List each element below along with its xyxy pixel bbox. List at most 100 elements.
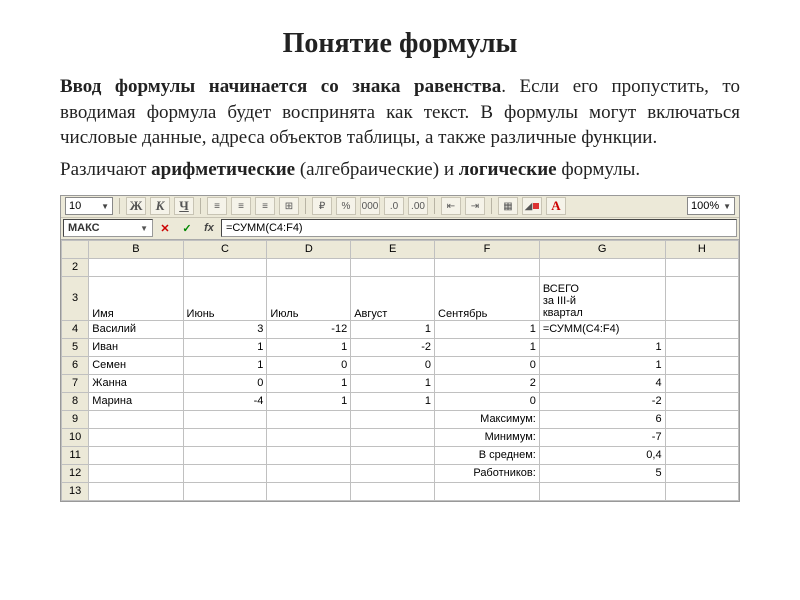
- row-header[interactable]: 11: [62, 446, 89, 464]
- col-header-F[interactable]: F: [435, 240, 540, 258]
- cell[interactable]: 1: [435, 338, 540, 356]
- percent-button[interactable]: %: [336, 197, 356, 215]
- row-2: 2: [62, 258, 739, 276]
- cell[interactable]: Жанна: [89, 374, 183, 392]
- cell[interactable]: 1: [267, 374, 351, 392]
- accept-formula-button[interactable]: ✓: [177, 219, 197, 237]
- cell[interactable]: Имя: [89, 276, 183, 320]
- select-all-corner[interactable]: [62, 240, 89, 258]
- cell[interactable]: 0: [267, 356, 351, 374]
- cell[interactable]: 0: [435, 356, 540, 374]
- cell[interactable]: -4: [183, 392, 267, 410]
- merge-button[interactable]: ⊞: [279, 197, 299, 215]
- para1-bold: Ввод формулы начинается со знака равенст…: [60, 76, 501, 97]
- cell[interactable]: Август: [351, 276, 435, 320]
- cancel-formula-button[interactable]: ✕: [155, 219, 175, 237]
- cell[interactable]: 0,4: [539, 446, 665, 464]
- cell[interactable]: 1: [351, 374, 435, 392]
- borders-button[interactable]: ▦: [498, 197, 518, 215]
- cell[interactable]: ВСЕГО за III-й квартал: [539, 276, 665, 320]
- col-header-B[interactable]: B: [89, 240, 183, 258]
- cell[interactable]: 0: [183, 374, 267, 392]
- cell[interactable]: 0: [435, 392, 540, 410]
- formula-input[interactable]: =СУММ(C4:F4): [221, 219, 737, 237]
- cell[interactable]: 1: [351, 320, 435, 338]
- cell[interactable]: Минимум:: [435, 428, 540, 446]
- cell[interactable]: Василий: [89, 320, 183, 338]
- paragraph-1: Ввод формулы начинается со знака равенст…: [60, 74, 740, 151]
- cell[interactable]: 2: [435, 374, 540, 392]
- para2-d: логические: [459, 159, 557, 180]
- italic-button[interactable]: К: [150, 197, 170, 215]
- cell[interactable]: -2: [351, 338, 435, 356]
- bold-button[interactable]: Ж: [126, 197, 146, 215]
- decrease-indent-button[interactable]: ⇤: [441, 197, 461, 215]
- row-10: 10 Минимум: -7: [62, 428, 739, 446]
- col-header-E[interactable]: E: [351, 240, 435, 258]
- cell[interactable]: 1: [267, 392, 351, 410]
- g-hdr-1: ВСЕГО: [543, 283, 579, 295]
- cell[interactable]: Работников:: [435, 464, 540, 482]
- cell[interactable]: 1: [435, 320, 540, 338]
- cell[interactable]: 4: [539, 374, 665, 392]
- cell[interactable]: Семен: [89, 356, 183, 374]
- fill-color-button[interactable]: ◢: [522, 197, 542, 215]
- row-header[interactable]: 7: [62, 374, 89, 392]
- cell[interactable]: 1: [351, 392, 435, 410]
- para2-a: Различают: [60, 159, 151, 180]
- row-header[interactable]: 2: [62, 258, 89, 276]
- col-header-H[interactable]: H: [665, 240, 738, 258]
- cell[interactable]: 1: [183, 338, 267, 356]
- row-header[interactable]: 9: [62, 410, 89, 428]
- worksheet-grid[interactable]: B C D E F G H 2 3 Имя Июнь Июль А: [61, 240, 739, 501]
- row-11: 11 В среднем: 0,4: [62, 446, 739, 464]
- row-header[interactable]: 4: [62, 320, 89, 338]
- separator: [491, 198, 492, 214]
- currency-button[interactable]: ₽: [312, 197, 332, 215]
- cell[interactable]: 6: [539, 410, 665, 428]
- font-size-selector[interactable]: 10 ▼: [65, 197, 113, 215]
- row-header[interactable]: 5: [62, 338, 89, 356]
- cell[interactable]: Иван: [89, 338, 183, 356]
- chevron-down-icon: ▼: [140, 224, 148, 233]
- cell[interactable]: 1: [267, 338, 351, 356]
- row-header[interactable]: 8: [62, 392, 89, 410]
- cell[interactable]: В среднем:: [435, 446, 540, 464]
- cell[interactable]: -7: [539, 428, 665, 446]
- underline-button[interactable]: Ч: [174, 197, 194, 215]
- font-color-button[interactable]: A: [546, 197, 566, 215]
- col-header-D[interactable]: D: [267, 240, 351, 258]
- column-header-row: B C D E F G H: [62, 240, 739, 258]
- align-right-button[interactable]: ≡: [255, 197, 275, 215]
- cell[interactable]: Марина: [89, 392, 183, 410]
- cell[interactable]: -2: [539, 392, 665, 410]
- cell[interactable]: 1: [183, 356, 267, 374]
- align-center-button[interactable]: ≡: [231, 197, 251, 215]
- cell[interactable]: 1: [539, 356, 665, 374]
- row-header[interactable]: 3: [62, 276, 89, 320]
- increase-decimal-button[interactable]: .0: [384, 197, 404, 215]
- align-left-button[interactable]: ≡: [207, 197, 227, 215]
- fx-icon[interactable]: fx: [199, 219, 219, 237]
- increase-indent-button[interactable]: ⇥: [465, 197, 485, 215]
- cell[interactable]: Июнь: [183, 276, 267, 320]
- row-header[interactable]: 10: [62, 428, 89, 446]
- decrease-decimal-button[interactable]: .00: [408, 197, 428, 215]
- name-box[interactable]: МАКС ▼: [63, 219, 153, 237]
- cell[interactable]: Максимум:: [435, 410, 540, 428]
- active-cell[interactable]: =СУММ(C4:F4): [539, 320, 665, 338]
- cell[interactable]: Сентябрь: [435, 276, 540, 320]
- col-header-C[interactable]: C: [183, 240, 267, 258]
- col-header-G[interactable]: G: [539, 240, 665, 258]
- cell[interactable]: 0: [351, 356, 435, 374]
- row-header[interactable]: 12: [62, 464, 89, 482]
- row-header[interactable]: 6: [62, 356, 89, 374]
- cell[interactable]: 1: [539, 338, 665, 356]
- zoom-selector[interactable]: 100% ▼: [687, 197, 735, 215]
- comma-button[interactable]: 000: [360, 197, 380, 215]
- row-header[interactable]: 13: [62, 482, 89, 500]
- cell[interactable]: -12: [267, 320, 351, 338]
- cell[interactable]: Июль: [267, 276, 351, 320]
- cell[interactable]: 3: [183, 320, 267, 338]
- cell[interactable]: 5: [539, 464, 665, 482]
